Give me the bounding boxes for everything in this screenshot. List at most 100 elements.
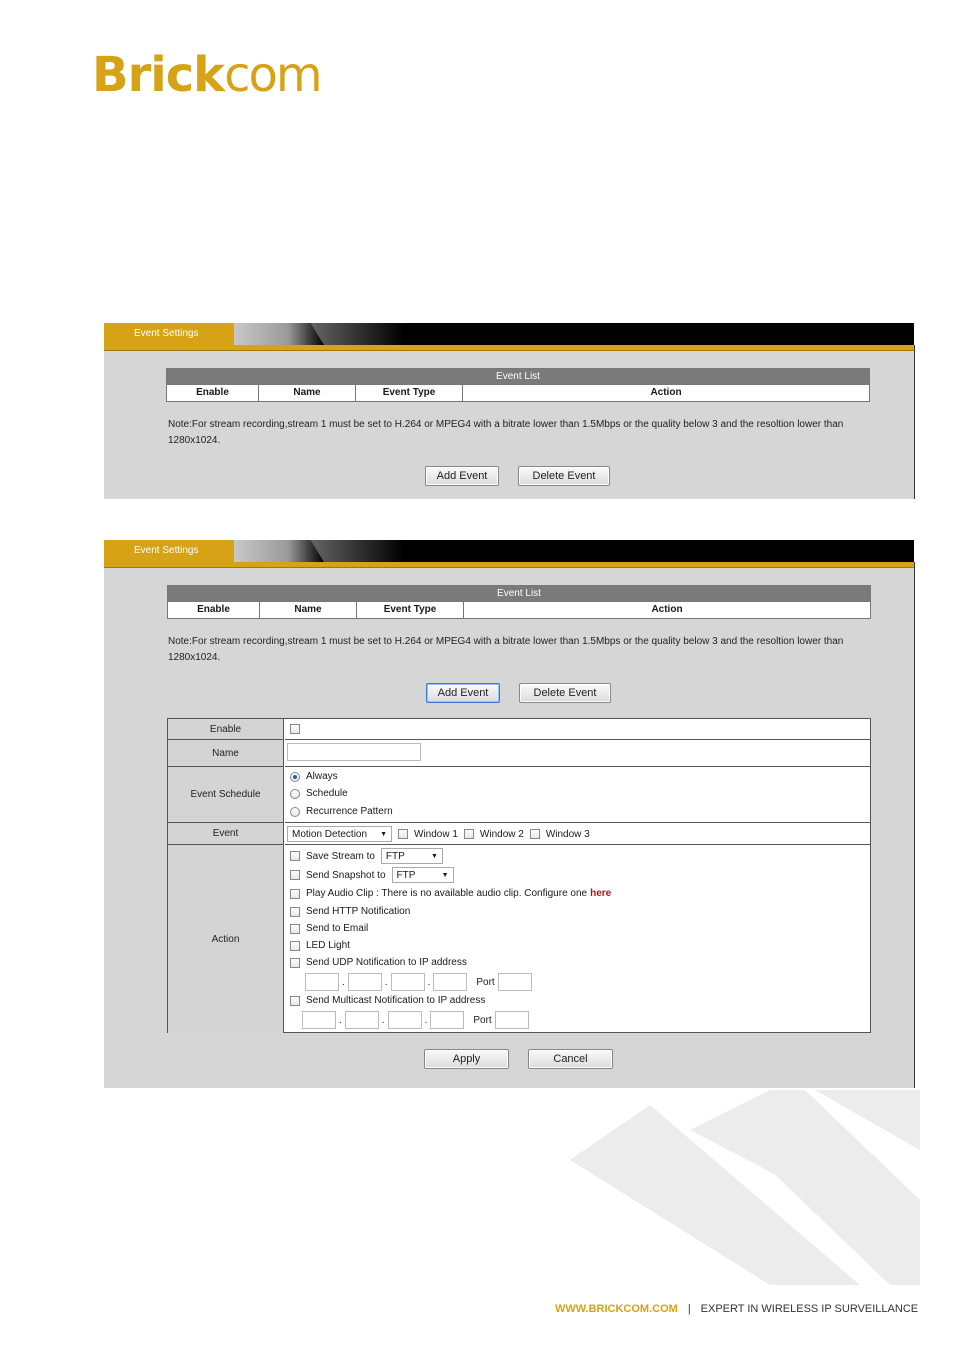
- led-light-label: LED Light: [306, 940, 350, 951]
- udp-ip-octet-3[interactable]: [390, 973, 425, 991]
- enable-label: Enable: [168, 719, 284, 740]
- ip-dot: .: [424, 1014, 428, 1026]
- configure-audio-link[interactable]: here: [590, 888, 611, 899]
- event-list-header-row: Enable Name Event Type Action: [167, 385, 869, 401]
- send-udp-label: Send UDP Notification to IP address: [306, 957, 467, 968]
- send-http-label: Send HTTP Notification: [306, 906, 411, 917]
- event-type-value: Motion Detection: [292, 828, 368, 840]
- tab-event-settings[interactable]: Event Settings: [104, 323, 234, 345]
- dropdown-arrow-icon: ▼: [441, 871, 449, 879]
- multicast-ip-octet-3[interactable]: [387, 1011, 422, 1029]
- send-snapshot-value: FTP: [396, 869, 416, 881]
- udp-ip-octet-4[interactable]: [433, 973, 468, 991]
- event-schedule-label: Event Schedule: [168, 767, 284, 823]
- led-light-checkbox[interactable]: [290, 940, 300, 951]
- event-settings-panel-form: Event Settings Event List Enable Name Ev…: [104, 540, 915, 1088]
- footer-url-link[interactable]: WWW.BRICKCOM.COM: [555, 1303, 678, 1315]
- gold-divider: [104, 345, 914, 351]
- column-event-type: Event Type: [357, 602, 464, 618]
- save-stream-checkbox[interactable]: [290, 851, 300, 861]
- event-list-header-row: Enable Name Event Type Action: [168, 602, 870, 618]
- window-2-label: Window 2: [479, 828, 524, 840]
- window-3-label: Window 3: [545, 828, 590, 840]
- window-3-checkbox[interactable]: [529, 829, 540, 839]
- brickcom-watermark-graphic: [570, 1090, 920, 1285]
- name-label: Name: [168, 740, 284, 767]
- enable-checkbox[interactable]: [290, 724, 300, 734]
- save-stream-label: Save Stream to: [306, 850, 375, 862]
- delete-event-button[interactable]: Delete Event: [518, 466, 610, 486]
- send-multicast-checkbox[interactable]: [290, 995, 300, 1006]
- send-udp-checkbox[interactable]: [290, 957, 300, 968]
- logo-bold-text: Brick: [92, 47, 225, 103]
- delete-event-button[interactable]: Delete Event: [519, 683, 611, 703]
- cancel-button[interactable]: Cancel: [528, 1049, 613, 1069]
- panel-edge: [914, 562, 915, 1088]
- stream-recording-note: Note:For stream recording,stream 1 must …: [168, 419, 844, 446]
- stream-recording-note: Note:For stream recording,stream 1 must …: [168, 636, 844, 663]
- schedule-schedule-radio[interactable]: [290, 788, 300, 799]
- ip-dot: .: [339, 1014, 342, 1026]
- dropdown-arrow-icon: ▼: [430, 852, 438, 860]
- send-snapshot-select[interactable]: FTP ▼: [391, 867, 454, 883]
- window-2-checkbox[interactable]: [463, 829, 474, 839]
- schedule-always-label: Always: [306, 771, 338, 782]
- multicast-port-input[interactable]: [494, 1011, 529, 1029]
- action-label: Action: [168, 845, 284, 1033]
- ip-dot: .: [381, 1014, 385, 1026]
- udp-port-input[interactable]: [497, 973, 532, 991]
- name-value-cell: [285, 740, 870, 767]
- save-stream-select[interactable]: FTP ▼: [380, 848, 443, 864]
- udp-port-label: Port: [476, 976, 495, 988]
- brickcom-logo: Brickcom: [92, 47, 323, 103]
- schedule-recurrence-radio[interactable]: [290, 806, 300, 817]
- panel-edge: [914, 345, 915, 499]
- event-cell: Motion Detection ▼ Window 1 Window 2 Wind…: [285, 823, 870, 845]
- udp-ip-octet-1[interactable]: [305, 973, 339, 991]
- play-audio-label: Play Audio Clip : There is no available …: [306, 888, 588, 899]
- multicast-ip-octet-4[interactable]: [430, 1011, 465, 1029]
- footer-separator: |: [687, 1303, 691, 1315]
- column-enable: Enable: [167, 385, 259, 401]
- multicast-ip-octet-1[interactable]: [302, 1011, 336, 1029]
- event-settings-panel-list: Event Settings Event List Enable Name Ev…: [104, 323, 915, 499]
- gold-divider: [104, 562, 914, 568]
- play-audio-checkbox[interactable]: [290, 888, 300, 899]
- ip-dot: .: [342, 976, 345, 988]
- send-snapshot-label: Send Snapshot to: [306, 869, 386, 881]
- event-list-title: Event List: [167, 369, 869, 385]
- column-action: Action: [650, 387, 682, 398]
- event-type-select[interactable]: Motion Detection ▼: [287, 826, 392, 842]
- column-action: Action: [651, 604, 683, 615]
- footer-tagline: EXPERT IN WIRELESS IP SURVEILLANCE: [700, 1303, 919, 1315]
- send-snapshot-checkbox[interactable]: [290, 870, 300, 880]
- event-schedule-cell: Always Schedule Recurrence Pattern: [285, 767, 870, 823]
- name-input[interactable]: [287, 743, 421, 761]
- send-http-checkbox[interactable]: [290, 906, 300, 917]
- ip-dot: .: [384, 976, 388, 988]
- save-stream-value: FTP: [385, 850, 405, 862]
- column-enable: Enable: [168, 602, 260, 618]
- window-1-checkbox[interactable]: [398, 829, 408, 839]
- event-label: Event: [168, 823, 284, 845]
- send-email-label: Send to Email: [306, 923, 369, 934]
- apply-button[interactable]: Apply: [424, 1049, 509, 1069]
- event-list-table: Event List Enable Name Event Type Action: [166, 368, 870, 402]
- enable-value-cell: [285, 719, 870, 740]
- window-1-label: Window 1: [414, 828, 458, 840]
- column-name: Name: [259, 385, 356, 401]
- multicast-ip-octet-2[interactable]: [344, 1011, 379, 1029]
- multicast-port-label: Port: [473, 1014, 492, 1026]
- ip-dot: .: [427, 976, 431, 988]
- schedule-always-radio[interactable]: [290, 771, 300, 782]
- udp-ip-octet-2[interactable]: [347, 973, 382, 991]
- add-event-button[interactable]: Add Event: [425, 466, 499, 486]
- tab-event-settings[interactable]: Event Settings: [104, 540, 234, 562]
- send-email-checkbox[interactable]: [290, 923, 300, 934]
- add-event-button[interactable]: Add Event: [426, 683, 500, 703]
- event-list-table: Event List Enable Name Event Type Action: [167, 585, 871, 619]
- tab-shade: [234, 540, 324, 562]
- event-list-title: Event List: [168, 586, 870, 602]
- send-multicast-label: Send Multicast Notification to IP addres…: [306, 995, 486, 1006]
- page-footer: WWW.BRICKCOM.COM | EXPERT IN WIRELESS IP S…: [555, 1303, 918, 1315]
